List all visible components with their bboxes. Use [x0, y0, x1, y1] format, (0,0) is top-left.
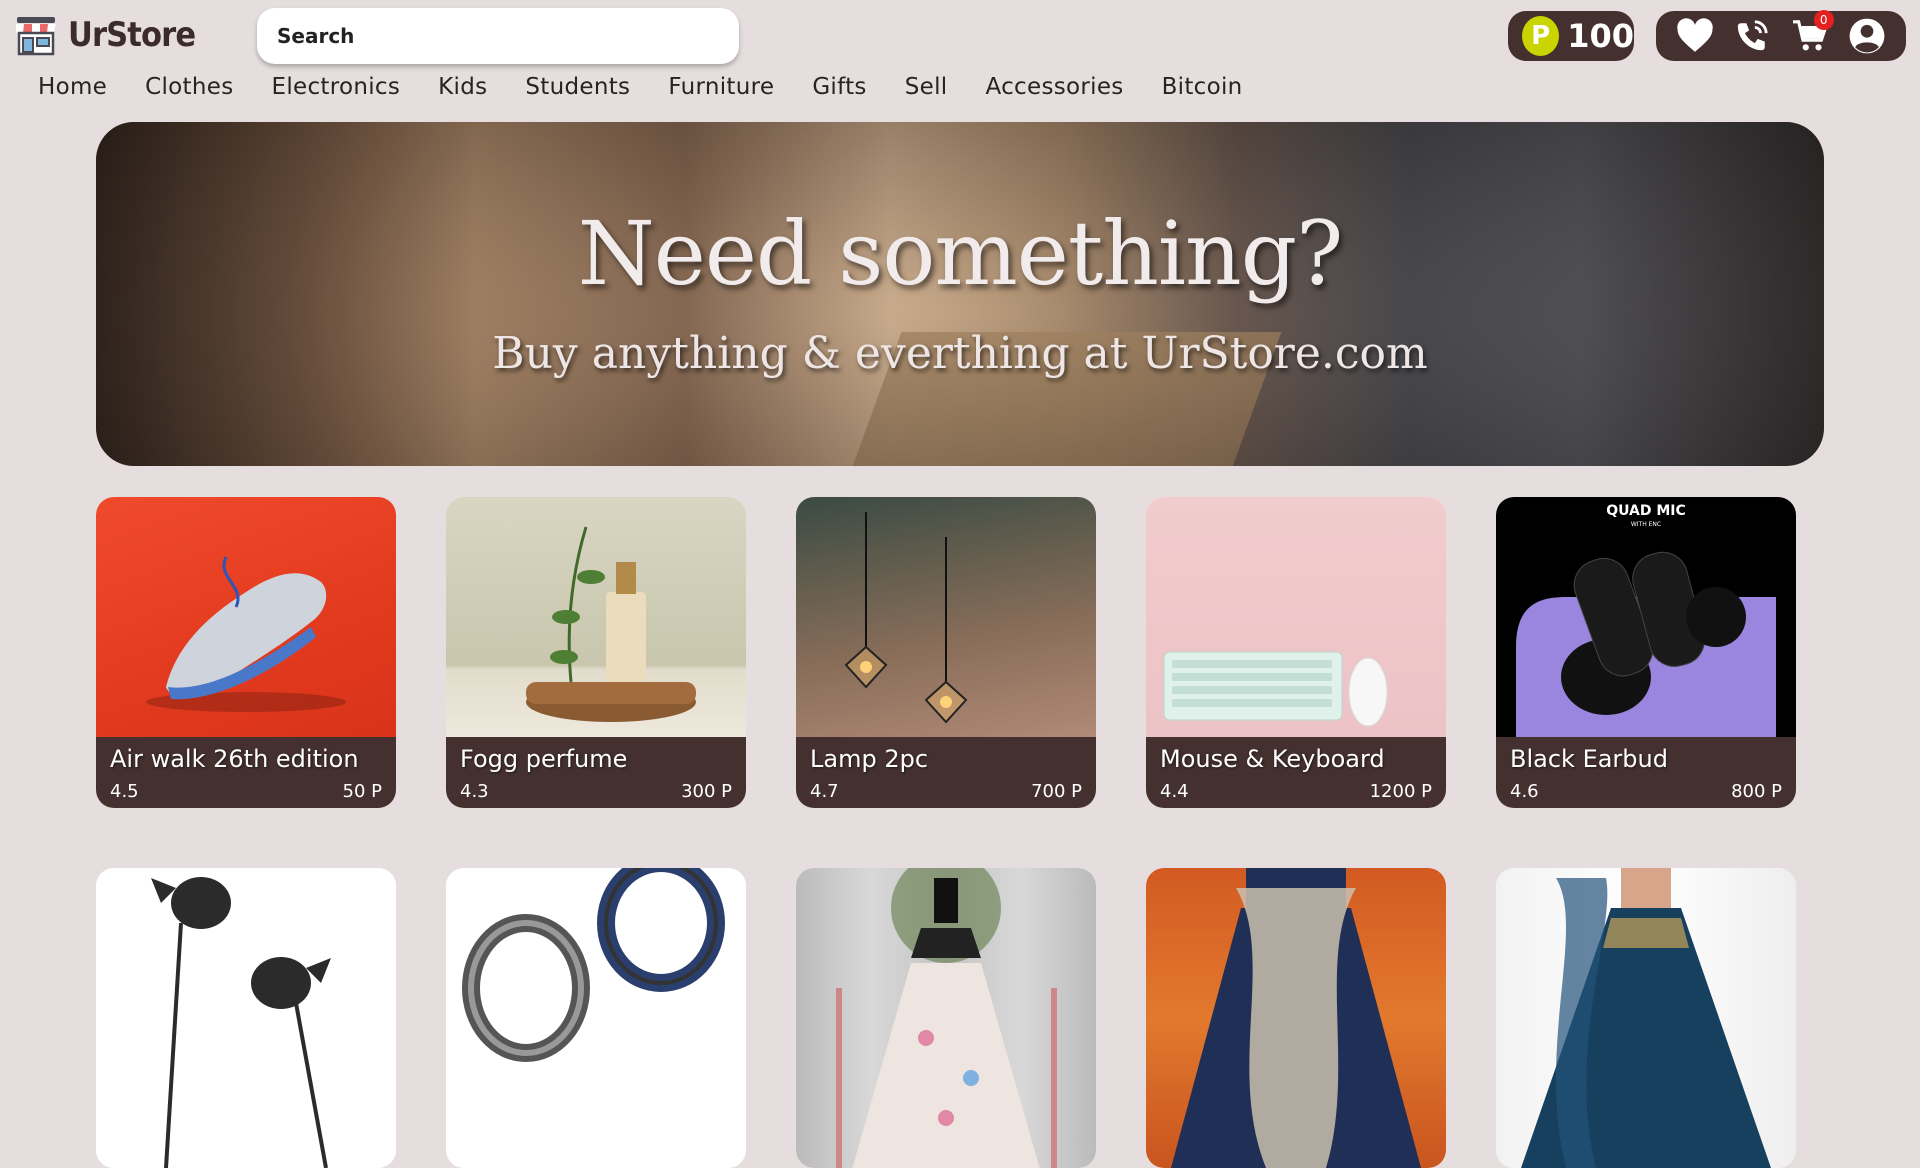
keyboard-illustration: [1163, 651, 1388, 727]
points-coin-icon: P: [1522, 16, 1560, 56]
nav-home[interactable]: Home: [38, 74, 107, 100]
product-price: 50 P: [342, 781, 382, 802]
points-balance[interactable]: P 100: [1508, 11, 1634, 61]
product-rating: 4.7: [810, 781, 839, 802]
nav-students[interactable]: Students: [525, 74, 630, 100]
product-name: Fogg perfume: [460, 745, 628, 773]
product-rating: 4.4: [1160, 781, 1189, 802]
product-image-earphones: [96, 868, 396, 1168]
product-image-lehenga-dupatta: [1146, 868, 1446, 1168]
product-info: Air walk 26th edition 4.5 50 P: [96, 737, 396, 808]
lamp-illustration: [844, 512, 968, 724]
product-image-lehenga-blue: [1496, 868, 1796, 1168]
product-image-perfume: [446, 497, 746, 737]
rings-illustration: [462, 868, 725, 1062]
product-image-keyboard: [1146, 497, 1446, 737]
cart-button[interactable]: 0: [1790, 10, 1834, 56]
product-info: Mouse & Keyboard 4.4 1200 P: [1146, 737, 1446, 808]
product-image-sneaker: [96, 497, 396, 737]
product-card-airwalk[interactable]: Air walk 26th edition 4.5 50 P: [96, 497, 396, 808]
nav-furniture[interactable]: Furniture: [668, 74, 774, 100]
product-card-earphones[interactable]: [96, 868, 396, 1168]
lehenga-floral-illustration: [836, 868, 1057, 1168]
product-rating: 4.5: [110, 781, 139, 802]
cart-count-badge: 0: [1813, 10, 1834, 30]
product-info: Lamp 2pc 4.7 700 P: [796, 737, 1096, 808]
hero-title: Need something?: [577, 202, 1344, 305]
product-rating: 4.3: [460, 781, 489, 802]
product-name: Black Earbud: [1510, 745, 1668, 773]
earbud-illustration: QUAD MIC WITH ENC: [1516, 503, 1776, 737]
product-card-perfume[interactable]: Fogg perfume 4.3 300 P: [446, 497, 746, 808]
product-image-lehenga-floral: [796, 868, 1096, 1168]
user-avatar-icon: [1849, 18, 1885, 54]
product-image-rings: [446, 868, 746, 1168]
nav-kids[interactable]: Kids: [438, 74, 487, 100]
product-image-lamp: [796, 497, 1096, 737]
search-input[interactable]: [257, 8, 739, 64]
contact-button[interactable]: [1732, 16, 1772, 56]
perfume-illustration: [526, 526, 696, 722]
earbud-caption: QUAD MIC: [1606, 503, 1686, 519]
earbud-caption-sub: WITH ENC: [1631, 521, 1661, 528]
product-card-mouse-keyboard[interactable]: Mouse & Keyboard 4.4 1200 P: [1146, 497, 1446, 808]
product-grid: Air walk 26th edition 4.5 50 P Fogg perfu…: [96, 497, 1796, 1168]
product-name: Air walk 26th edition: [110, 745, 359, 773]
points-value: 100: [1567, 17, 1634, 55]
earphones-illustration: [151, 877, 331, 1168]
nav-clothes[interactable]: Clothes: [145, 74, 233, 100]
product-image-earbud: QUAD MIC WITH ENC: [1496, 497, 1796, 737]
product-name: Mouse & Keyboard: [1160, 745, 1385, 773]
product-card-rings[interactable]: [446, 868, 746, 1168]
storefront-icon: [16, 17, 56, 56]
product-card-earbud[interactable]: QUAD MIC WITH ENC Black Earbud 4.6 800 P: [1496, 497, 1796, 808]
nav-accessories[interactable]: Accessories: [985, 74, 1123, 100]
header: UrStore P 100 0 Home Clothes Electronics…: [0, 0, 1920, 120]
sneaker-illustration: [146, 556, 346, 712]
store-logo[interactable]: UrStore: [14, 14, 209, 56]
lehenga-blue-illustration: [1521, 868, 1771, 1168]
phone-call-icon: [1738, 20, 1768, 51]
nav-electronics[interactable]: Electronics: [271, 74, 400, 100]
product-card-lehenga-dupatta[interactable]: [1146, 868, 1446, 1168]
brand-name: UrStore: [68, 15, 196, 55]
product-price: 700 P: [1031, 781, 1082, 802]
product-card-lehenga-floral[interactable]: [796, 868, 1096, 1168]
product-name: Lamp 2pc: [810, 745, 929, 773]
product-rating: 4.6: [1510, 781, 1539, 802]
lehenga-dupatta-illustration: [1171, 868, 1421, 1168]
product-price: 300 P: [681, 781, 732, 802]
product-price: 1200 P: [1369, 781, 1432, 802]
hero-subtitle: Buy anything & everthing at UrStore.com: [492, 328, 1428, 379]
nav-sell[interactable]: Sell: [905, 74, 948, 100]
nav-bitcoin[interactable]: Bitcoin: [1162, 74, 1243, 100]
hero-banner[interactable]: Need something? Buy anything & everthing…: [96, 122, 1824, 466]
product-info: Fogg perfume 4.3 300 P: [446, 737, 746, 808]
nav-gifts[interactable]: Gifts: [812, 74, 866, 100]
category-nav: Home Clothes Electronics Kids Students F…: [38, 74, 1281, 100]
header-actions: 0: [1656, 10, 1906, 61]
product-price: 800 P: [1731, 781, 1782, 802]
wishlist-button[interactable]: [1675, 16, 1715, 56]
account-button[interactable]: [1847, 16, 1887, 56]
product-info: Black Earbud 4.6 800 P: [1496, 737, 1796, 808]
product-card-lehenga-blue[interactable]: [1496, 868, 1796, 1168]
product-card-lamp[interactable]: Lamp 2pc 4.7 700 P: [796, 497, 1096, 808]
heart-icon: [1677, 18, 1713, 52]
